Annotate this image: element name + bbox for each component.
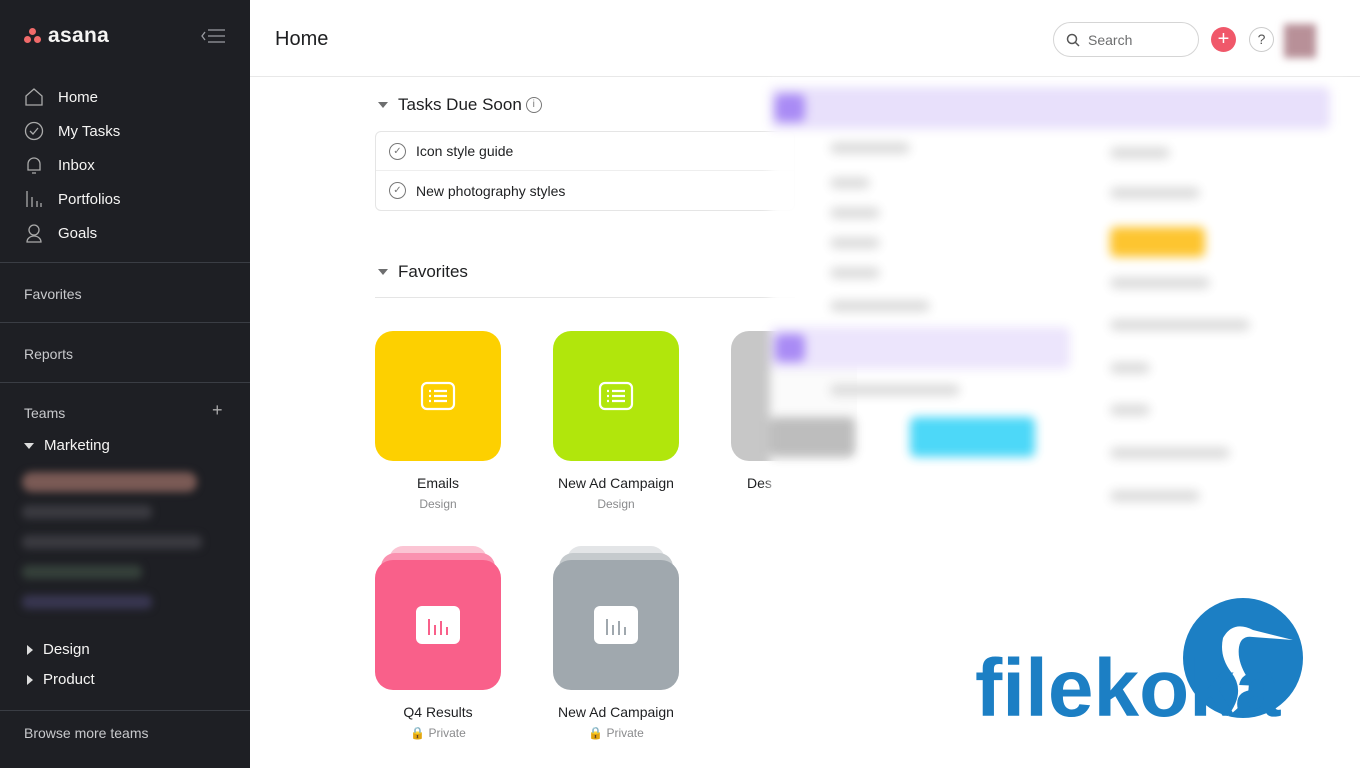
sidebar-item-label: Goals <box>58 224 98 242</box>
divider <box>0 710 250 711</box>
task-name: Icon style guide <box>416 143 514 159</box>
divider <box>0 322 250 323</box>
team-label: Marketing <box>44 437 110 454</box>
search-input[interactable]: Search <box>1053 22 1199 57</box>
home-icon <box>25 88 43 106</box>
privacy-text: Private <box>428 726 466 740</box>
search-placeholder: Search <box>1088 31 1133 48</box>
sidebar-nav: Home My Tasks Inbox Portfolios Goals <box>24 80 121 250</box>
list-project-icon <box>375 331 501 461</box>
caret-down-icon <box>378 269 388 275</box>
sidebar-item-portfolios[interactable]: Portfolios <box>24 182 121 216</box>
caret-down-icon <box>24 442 34 449</box>
project-tile[interactable]: New Ad Campaign Design <box>553 331 679 511</box>
team-label: Design <box>43 641 90 658</box>
sidebar-item-home[interactable]: Home <box>24 80 121 114</box>
info-icon[interactable]: i <box>525 97 542 113</box>
privacy-label: 🔒 Private <box>410 726 466 740</box>
caret-down-icon <box>378 102 388 108</box>
divider <box>0 262 250 263</box>
avatar[interactable] <box>1284 24 1316 58</box>
project-tile[interactable]: Emails Design <box>375 331 501 511</box>
add-team-icon[interactable]: + <box>212 400 223 421</box>
bar-chart-icon <box>26 191 42 207</box>
quick-add-button[interactable]: + <box>1211 27 1236 52</box>
top-bar: Home Search + ? <box>250 0 1360 77</box>
sidebar-reports[interactable]: Reports <box>24 346 73 362</box>
check-icon[interactable]: ✓ <box>389 142 406 160</box>
caret-right-icon <box>27 674 33 685</box>
asana-dots-icon <box>24 28 42 44</box>
collapse-sidebar-icon[interactable] <box>200 28 226 44</box>
list-project-icon <box>553 331 679 461</box>
check-circle-icon <box>24 121 44 141</box>
tasks-due-soon-header[interactable]: Tasks Due Soon i <box>378 95 542 115</box>
sidebar: asana Home My Tasks Inbox Portfolios Goa… <box>0 0 250 768</box>
task-row[interactable]: ✓ New photography styles <box>376 171 794 210</box>
divider <box>0 382 250 383</box>
team-design[interactable]: Design <box>24 641 90 658</box>
project-name: Emails <box>416 475 459 491</box>
task-name: New photography styles <box>416 182 566 199</box>
team-label: Product <box>43 671 95 688</box>
sidebar-item-label: Inbox <box>58 156 95 174</box>
watermark-text: filekoka <box>975 643 1282 723</box>
project-team: Design <box>419 497 457 511</box>
check-icon[interactable]: ✓ <box>389 182 406 199</box>
section-title: Favorites <box>398 262 468 281</box>
project-team: Design <box>597 497 635 511</box>
asana-logo[interactable]: asana <box>24 24 109 48</box>
privacy-label: 🔒 Private <box>588 726 644 740</box>
team-product[interactable]: Product <box>24 671 95 688</box>
tasks-list: ✓ Icon style guide ✓ New photography style… <box>375 131 795 211</box>
favorites-header[interactable]: Favorites <box>378 262 468 282</box>
portfolio-tile[interactable]: Q4 Results 🔒 Private <box>375 546 501 740</box>
bar-chart-icon <box>553 560 679 690</box>
help-button[interactable]: ? <box>1249 27 1274 52</box>
privacy-text: Private <box>606 726 644 740</box>
sidebar-item-label: Home <box>58 88 99 106</box>
sidebar-teams: Teams <box>24 405 66 421</box>
filekoka-watermark-logo: filekoka <box>975 598 1305 734</box>
browse-more-teams[interactable]: Browse more teams <box>24 725 148 741</box>
bell-icon <box>27 157 41 174</box>
sidebar-item-inbox[interactable]: Inbox <box>24 148 121 182</box>
person-icon <box>26 224 42 243</box>
sidebar-item-goals[interactable]: Goals <box>24 216 121 250</box>
sidebar-favorites[interactable]: Favorites <box>24 286 82 302</box>
task-row[interactable]: ✓ Icon style guide <box>376 132 794 171</box>
blurred-dropdown-overlay <box>770 82 1345 562</box>
bar-chart-icon <box>375 560 501 690</box>
search-icon <box>1066 33 1080 47</box>
brand-name: asana <box>48 24 110 47</box>
section-title: Tasks Due Soon <box>398 95 522 114</box>
project-name: Q4 Results <box>403 704 473 720</box>
project-name: New Ad Campaign <box>558 475 674 491</box>
divider <box>375 297 795 298</box>
project-name: New Ad Campaign <box>558 704 674 720</box>
portfolio-tile[interactable]: New Ad Campaign 🔒 Private <box>553 546 679 740</box>
caret-right-icon <box>27 644 33 655</box>
sidebar-item-label: My Tasks <box>58 122 121 140</box>
page-title: Home <box>275 28 329 50</box>
sidebar-item-label: Portfolios <box>58 190 121 208</box>
team-marketing[interactable]: Marketing <box>24 437 110 454</box>
sidebar-item-my-tasks[interactable]: My Tasks <box>24 114 121 148</box>
